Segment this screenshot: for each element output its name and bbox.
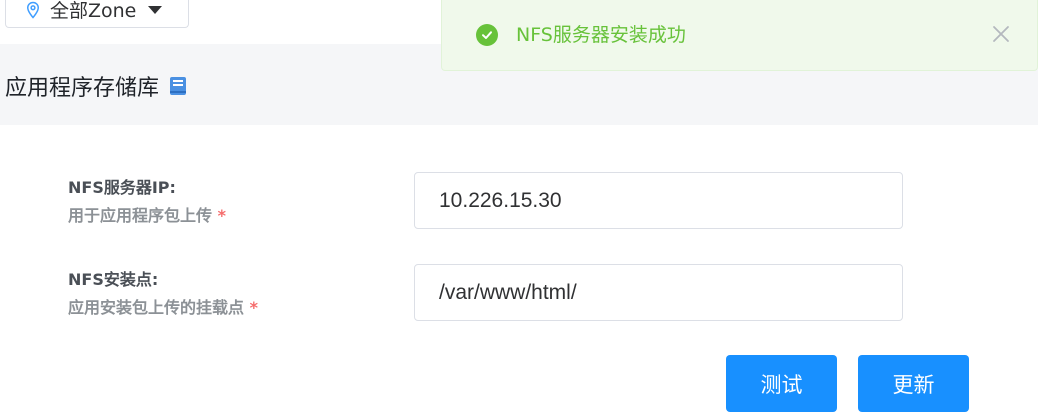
check-circle-icon	[476, 24, 498, 46]
nfs-mount-description-row: 应用安装包上传的挂载点 *	[68, 294, 258, 322]
toast-message: NFS服务器安装成功	[516, 24, 686, 46]
caret-down-icon	[148, 5, 163, 14]
nfs-mount-input[interactable]	[414, 264, 903, 321]
book-icon[interactable]	[169, 76, 187, 96]
success-toast: NFS服务器安装成功	[441, 0, 1038, 71]
nfs-mount-description: 应用安装包上传的挂载点	[68, 298, 245, 317]
page-title-row: 应用程序存储库	[5, 70, 187, 102]
nfs-ip-description: 用于应用程序包上传	[68, 206, 213, 225]
nfs-ip-label: NFS服务器IP:	[68, 178, 176, 197]
page-title: 应用程序存储库	[5, 76, 160, 101]
map-pin-icon	[26, 1, 40, 19]
nfs-ip-label-group: NFS服务器IP: 用于应用程序包上传 *	[68, 174, 226, 230]
nfs-mount-label-group: NFS安装点: 应用安装包上传的挂载点 *	[68, 266, 258, 322]
required-mark: *	[249, 298, 258, 317]
update-button[interactable]: 更新	[858, 355, 969, 412]
nfs-ip-input[interactable]	[414, 172, 903, 229]
nfs-ip-description-row: 用于应用程序包上传 *	[68, 202, 226, 230]
required-mark: *	[217, 206, 226, 225]
nfs-mount-label: NFS安装点:	[68, 270, 159, 289]
zone-selector-label: 全部Zone	[50, 0, 137, 22]
test-button[interactable]: 测试	[726, 355, 837, 412]
close-icon[interactable]	[991, 24, 1011, 44]
zone-selector[interactable]: 全部Zone	[5, 0, 189, 28]
